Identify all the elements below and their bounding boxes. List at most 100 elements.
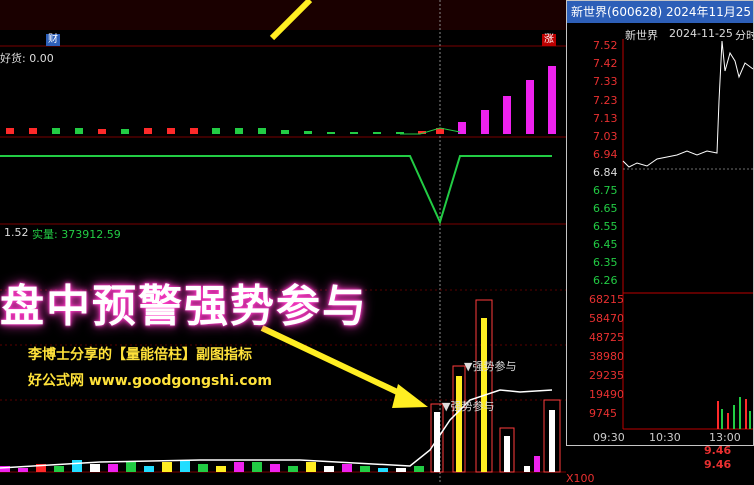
volume-tick: 38980 — [589, 350, 624, 363]
x100-label: X100 — [566, 472, 595, 485]
p1-bar — [98, 129, 106, 134]
vol-bar — [108, 464, 118, 472]
p1-bar — [350, 132, 358, 134]
volume-tick: 29235 — [589, 369, 624, 382]
time-tick: 09:30 — [593, 431, 625, 444]
vol-bar — [549, 410, 555, 472]
popup-vol-bar — [721, 409, 723, 429]
vol-bar — [54, 466, 64, 472]
popup-volume-bars — [717, 397, 751, 429]
price-tick: 6.94 — [593, 148, 618, 161]
vol-bar — [162, 462, 172, 472]
p1-bar — [503, 96, 511, 134]
volume-tick: 58470 — [589, 312, 624, 325]
price-tick: 7.33 — [593, 75, 618, 88]
popup-price-line — [622, 40, 753, 168]
arrow-bottom-head — [392, 384, 428, 408]
price-tick: 7.42 — [593, 57, 618, 70]
promo-line-1: 李博士分享的【量能倍柱】副图指标 — [28, 347, 252, 363]
popup-vol-bar — [717, 401, 719, 429]
vol-bar — [414, 466, 424, 472]
price-tick: 7.03 — [593, 130, 618, 143]
zhang-badge: 涨 — [542, 34, 556, 46]
vol-bar — [18, 468, 28, 472]
p1-bar — [52, 128, 60, 134]
panel1-line — [400, 127, 461, 135]
volume-tick: 19490 — [589, 388, 624, 401]
indicator-value: 1.52 — [4, 226, 29, 239]
p1-bar — [121, 129, 129, 134]
volume-tick: 9745 — [589, 407, 617, 420]
p1-bar — [190, 128, 198, 134]
vol-bar — [288, 466, 298, 472]
vol-bar — [270, 464, 280, 472]
price-tick: 6.45 — [593, 238, 618, 251]
p1-bar — [212, 128, 220, 134]
vol-bar — [144, 466, 154, 472]
headline: 盘中预警强势参与 — [0, 281, 368, 332]
vol-bar — [90, 464, 100, 472]
vol-bar — [198, 464, 208, 472]
vol-bar — [378, 468, 388, 472]
vol-bar — [180, 460, 190, 472]
vol-bar — [324, 466, 334, 472]
price-tick: 6.75 — [593, 184, 618, 197]
popup-vol-bar — [739, 397, 741, 429]
panel2-line — [0, 155, 552, 225]
signal-text-1: 强势参与 — [472, 360, 517, 373]
p1-bar — [144, 128, 152, 134]
vol-bar — [126, 462, 136, 472]
vol-bar — [72, 460, 82, 472]
p1-bar — [235, 128, 243, 134]
p1-bar — [281, 130, 289, 134]
time-tick: 10:30 — [649, 431, 681, 444]
promo-line-2: 好公式网 www.goodgongshi.com — [28, 373, 272, 389]
vol-bar — [216, 466, 226, 472]
vol-bar — [456, 376, 462, 472]
intraday-popup[interactable]: 新世界(600628) 2024年11月25日 新世界 2024-11-25 分… — [566, 0, 754, 446]
cai-badge: 财 — [46, 34, 60, 46]
price-tick: 6.65 — [593, 202, 618, 215]
price-tick: 7.13 — [593, 112, 618, 125]
p1-bar — [167, 128, 175, 134]
signal-label-2: ▼强势参与 — [442, 400, 495, 413]
price-tick: 6.84 — [593, 166, 618, 179]
price-tick: 6.26 — [593, 274, 618, 287]
vol-bar — [360, 466, 370, 472]
vol-bar — [534, 456, 540, 472]
p1-bar — [75, 128, 83, 134]
popup-vol-bar — [745, 399, 747, 429]
volume-tick: 48725 — [589, 331, 624, 344]
p1-bar — [548, 66, 556, 134]
lucky-label: 好货: 0.00 — [0, 52, 54, 65]
volume-tick: 68215 — [589, 293, 624, 306]
p1-bar — [258, 128, 266, 134]
arrow-bottom — [260, 325, 412, 401]
price-tick: 6.35 — [593, 256, 618, 269]
vol-bar — [524, 466, 530, 472]
vol-bar — [252, 462, 262, 472]
p1-bar — [373, 132, 381, 134]
price-tick: 7.52 — [593, 39, 618, 52]
price-tick: 7.23 — [593, 94, 618, 107]
vol-bar — [504, 436, 510, 472]
vol-bar — [396, 468, 406, 472]
panel1-bars — [6, 66, 556, 134]
vol-bar — [342, 464, 352, 472]
popup-vol-bar — [733, 405, 735, 429]
popup-vol-bar — [749, 411, 751, 429]
bottom-price-2: 9.46 — [704, 458, 732, 471]
vol-bar — [306, 462, 316, 472]
p1-bar — [526, 80, 534, 134]
popup-vol-bar — [727, 413, 729, 429]
signal-label-1: ▼强势参与 — [464, 360, 517, 373]
p1-bar — [6, 128, 14, 134]
p1-bar — [327, 132, 335, 134]
vol-bar — [234, 462, 244, 472]
time-tick: 13:00 — [709, 431, 741, 444]
p1-bar — [304, 131, 312, 134]
p1-bar — [481, 110, 489, 134]
price-tick: 6.55 — [593, 220, 618, 233]
shiliang-label: 实量: 373912.59 — [32, 228, 121, 241]
signal-text-2: 强势参与 — [450, 400, 495, 413]
